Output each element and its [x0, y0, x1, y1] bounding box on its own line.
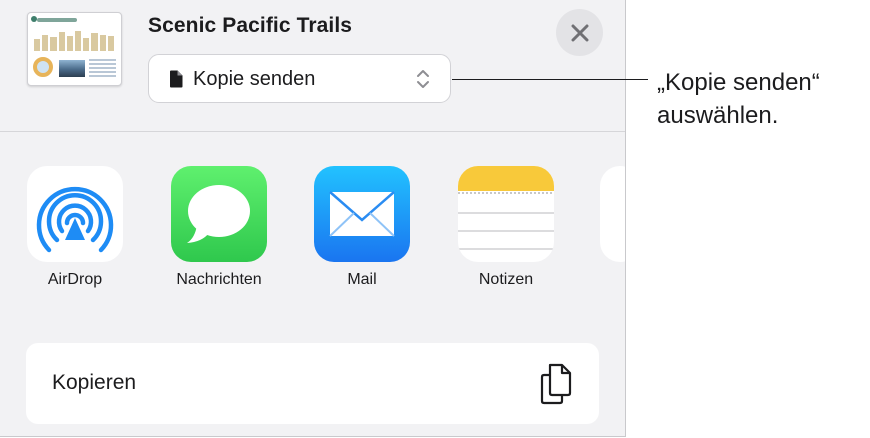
thumbnail-donut: [33, 57, 53, 77]
callout-text: „Kopie senden“ auswählen.: [657, 66, 820, 132]
thumbnail-photo: [59, 60, 85, 77]
send-copy-label: Kopie senden: [193, 68, 316, 90]
thumbnail-text-block: [89, 59, 116, 79]
app-label-airdrop: AirDrop: [47, 271, 103, 288]
close-icon: [571, 24, 588, 41]
copy-icon: [540, 363, 572, 405]
close-button[interactable]: [556, 9, 603, 56]
callout-line-2: auswählen.: [657, 102, 779, 129]
thumbnail-title-bar: [37, 18, 77, 22]
app-airdrop[interactable]: AirDrop: [0, 166, 150, 289]
app-next-partial[interactable]: [600, 166, 625, 262]
thumbnail-bar-chart: [34, 29, 115, 51]
share-sheet: Scenic Pacific Trails Kopie senden AirDr…: [0, 0, 626, 437]
app-label-mail: Mail: [347, 271, 377, 288]
chevron-up-down-icon: [417, 70, 429, 88]
document-title: Scenic Pacific Trails: [148, 14, 353, 37]
stage: Scenic Pacific Trails Kopie senden AirDr…: [0, 0, 870, 438]
app-label-notes: Notizen: [478, 271, 534, 288]
mail-icon: [314, 166, 410, 262]
callout-line-1: „Kopie senden“: [657, 69, 820, 96]
share-apps-row: AirDrop Nachrichten Mail Notizen: [0, 132, 625, 322]
document-icon: [170, 70, 183, 88]
copy-action-row[interactable]: Kopieren: [26, 343, 599, 424]
notes-icon: [458, 166, 554, 262]
share-sheet-header: Scenic Pacific Trails Kopie senden: [0, 0, 625, 132]
send-copy-selector[interactable]: Kopie senden: [148, 54, 451, 103]
app-notes[interactable]: Notizen: [431, 166, 581, 289]
app-messages[interactable]: Nachrichten: [144, 166, 294, 289]
callout-leader-line: [452, 79, 648, 80]
messages-icon: [171, 166, 267, 262]
app-label-messages: Nachrichten: [176, 271, 262, 288]
copy-action-label: Kopieren: [52, 371, 137, 394]
document-thumbnail: [27, 12, 122, 86]
airdrop-icon: [27, 166, 123, 262]
app-mail[interactable]: Mail: [287, 166, 437, 289]
